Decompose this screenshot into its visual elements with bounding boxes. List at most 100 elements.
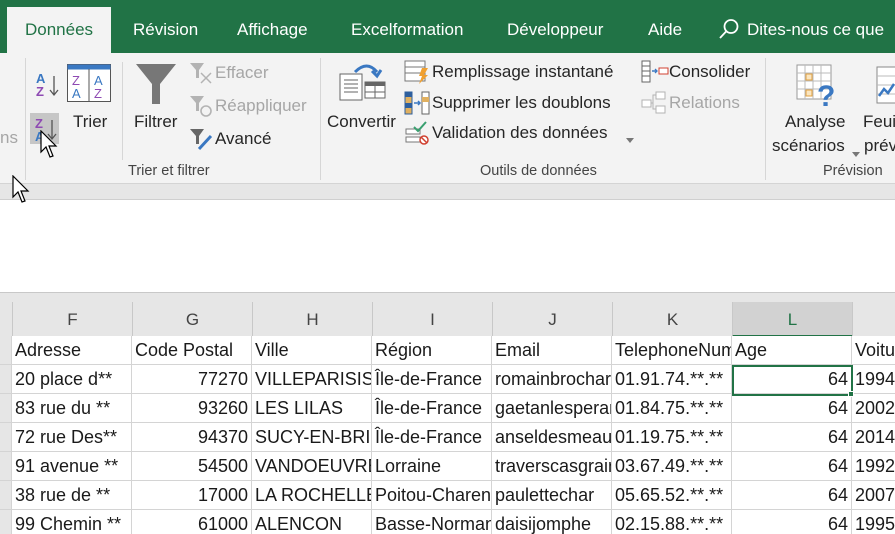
- text-to-columns-button[interactable]: Convertir: [327, 112, 396, 132]
- row-header[interactable]: [0, 423, 12, 452]
- sort-a-to-z-icon[interactable]: A Z: [34, 70, 60, 100]
- fill-handle[interactable]: [848, 391, 854, 397]
- tab-excelformation[interactable]: Excelformation: [351, 0, 463, 53]
- table-cell[interactable]: 1995: [852, 510, 895, 534]
- table-cell[interactable]: 64: [732, 365, 852, 394]
- table-cell[interactable]: 94370: [132, 423, 252, 452]
- table-cell[interactable]: 2002: [852, 394, 895, 423]
- tell-me-search[interactable]: Dites-nous ce que: [718, 0, 884, 53]
- table-cell[interactable]: gaetanlesperance: [492, 394, 612, 423]
- data-validation-button[interactable]: Validation des données: [432, 123, 608, 143]
- table-cell[interactable]: VANDOEUVRE: [252, 452, 372, 481]
- forecast-sheet-label-2[interactable]: prévision: [864, 136, 895, 156]
- header-cell[interactable]: Age: [732, 336, 852, 365]
- header-cell[interactable]: Ville: [252, 336, 372, 365]
- column-header-k[interactable]: K: [612, 302, 732, 337]
- column-header-j[interactable]: J: [492, 302, 612, 337]
- column-header-i[interactable]: I: [372, 302, 492, 337]
- remove-duplicates-button[interactable]: Supprimer les doublons: [432, 93, 611, 113]
- table-cell[interactable]: 91 avenue **: [12, 452, 132, 481]
- table-cell[interactable]: 38 rue de **: [12, 481, 132, 510]
- table-cell[interactable]: daisijomphe: [492, 510, 612, 534]
- consolidate-button[interactable]: Consolider: [669, 62, 750, 82]
- header-cell[interactable]: TelephoneNumber: [612, 336, 732, 365]
- table-cell[interactable]: 1992: [852, 452, 895, 481]
- chevron-down-icon[interactable]: [626, 131, 634, 143]
- clear-filter-button[interactable]: Effacer: [215, 63, 269, 83]
- table-cell[interactable]: VILLEPARISIS: [252, 365, 372, 394]
- table-cell[interactable]: traverscasgrain: [492, 452, 612, 481]
- table-cell[interactable]: Île-de-France: [372, 365, 492, 394]
- table-cell[interactable]: 05.65.52.**.**: [612, 481, 732, 510]
- sort-button[interactable]: Trier: [73, 112, 107, 132]
- table-cell[interactable]: 01.84.75.**.**: [612, 394, 732, 423]
- table-cell[interactable]: 54500: [132, 452, 252, 481]
- what-if-analysis-label-2[interactable]: scénarios: [772, 136, 845, 156]
- relationships-button[interactable]: Relations: [669, 93, 740, 113]
- reapply-filter-button[interactable]: Réappliquer: [215, 96, 307, 116]
- table-cell[interactable]: 64: [732, 423, 852, 452]
- filter-button[interactable]: Filtrer: [134, 112, 177, 132]
- table-cell[interactable]: Île-de-France: [372, 423, 492, 452]
- table-cell[interactable]: LES LILAS: [252, 394, 372, 423]
- table-cell[interactable]: ALENCON: [252, 510, 372, 534]
- tab-developpeur[interactable]: Développeur: [507, 0, 603, 53]
- table-cell[interactable]: 99 Chemin **: [12, 510, 132, 534]
- table-cell[interactable]: 03.67.49.**.**: [612, 452, 732, 481]
- column-header-f[interactable]: F: [12, 302, 132, 337]
- column-header-m[interactable]: [852, 302, 895, 337]
- sort-dialog-icon[interactable]: Z A A Z: [67, 64, 111, 102]
- table-cell[interactable]: 20 place d**: [12, 365, 132, 394]
- table-cell[interactable]: 83 rue du **: [12, 394, 132, 423]
- table-cell[interactable]: Lorraine: [372, 452, 492, 481]
- table-cell[interactable]: 72 rue Des**: [12, 423, 132, 452]
- table-cell[interactable]: 1994: [852, 365, 895, 394]
- row-header[interactable]: [0, 510, 12, 534]
- table-cell[interactable]: anseldesmeaux: [492, 423, 612, 452]
- table-cell[interactable]: 64: [732, 510, 852, 534]
- column-header-l[interactable]: L: [732, 302, 852, 337]
- filter-funnel-icon[interactable]: [134, 62, 178, 106]
- text-to-columns-icon[interactable]: [339, 62, 387, 102]
- row-header[interactable]: [0, 394, 12, 423]
- table-cell[interactable]: 64: [732, 394, 852, 423]
- table-cell[interactable]: LA ROCHELLE: [252, 481, 372, 510]
- header-cell[interactable]: Région: [372, 336, 492, 365]
- tab-affichage[interactable]: Affichage: [237, 0, 308, 53]
- header-cell[interactable]: Email: [492, 336, 612, 365]
- row-header[interactable]: [0, 452, 12, 481]
- column-header-g[interactable]: G: [132, 302, 252, 337]
- table-cell[interactable]: Île-de-France: [372, 394, 492, 423]
- header-cell[interactable]: Adresse: [12, 336, 132, 365]
- tab-aide[interactable]: Aide: [648, 0, 682, 53]
- table-cell[interactable]: SUCY-EN-BRIE: [252, 423, 372, 452]
- table-cell[interactable]: 61000: [132, 510, 252, 534]
- table-cell[interactable]: Poitou-Charentes: [372, 481, 492, 510]
- advanced-filter-button[interactable]: Avancé: [215, 129, 271, 149]
- what-if-analysis-label-1[interactable]: Analyse: [785, 112, 845, 132]
- table-cell[interactable]: 64: [732, 481, 852, 510]
- tab-revision[interactable]: Révision: [133, 0, 198, 53]
- table-cell[interactable]: romainbrochard: [492, 365, 612, 394]
- table-cell[interactable]: 77270: [132, 365, 252, 394]
- table-cell[interactable]: 64: [732, 452, 852, 481]
- header-cell[interactable]: Code Postal: [132, 336, 252, 365]
- tab-donnees[interactable]: Données: [7, 7, 112, 53]
- table-cell[interactable]: 93260: [132, 394, 252, 423]
- table-cell[interactable]: Basse-Normandie: [372, 510, 492, 534]
- table-cell[interactable]: 01.91.74.**.**: [612, 365, 732, 394]
- row-header[interactable]: [0, 336, 12, 365]
- table-cell[interactable]: 2014: [852, 423, 895, 452]
- row-header[interactable]: [0, 365, 12, 394]
- row-header[interactable]: [0, 481, 12, 510]
- table-cell[interactable]: 01.19.75.**.**: [612, 423, 732, 452]
- table-cell[interactable]: 17000: [132, 481, 252, 510]
- flash-fill-button[interactable]: Remplissage instantané: [432, 62, 613, 82]
- table-cell[interactable]: 2007: [852, 481, 895, 510]
- table-cell[interactable]: paulettechar: [492, 481, 612, 510]
- chevron-down-icon[interactable]: [852, 145, 860, 157]
- forecast-sheet-label-1[interactable]: Feuille: [863, 112, 895, 132]
- column-header-h[interactable]: H: [252, 302, 372, 337]
- forecast-sheet-icon[interactable]: [876, 66, 895, 106]
- header-cell[interactable]: Voiture: [852, 336, 895, 365]
